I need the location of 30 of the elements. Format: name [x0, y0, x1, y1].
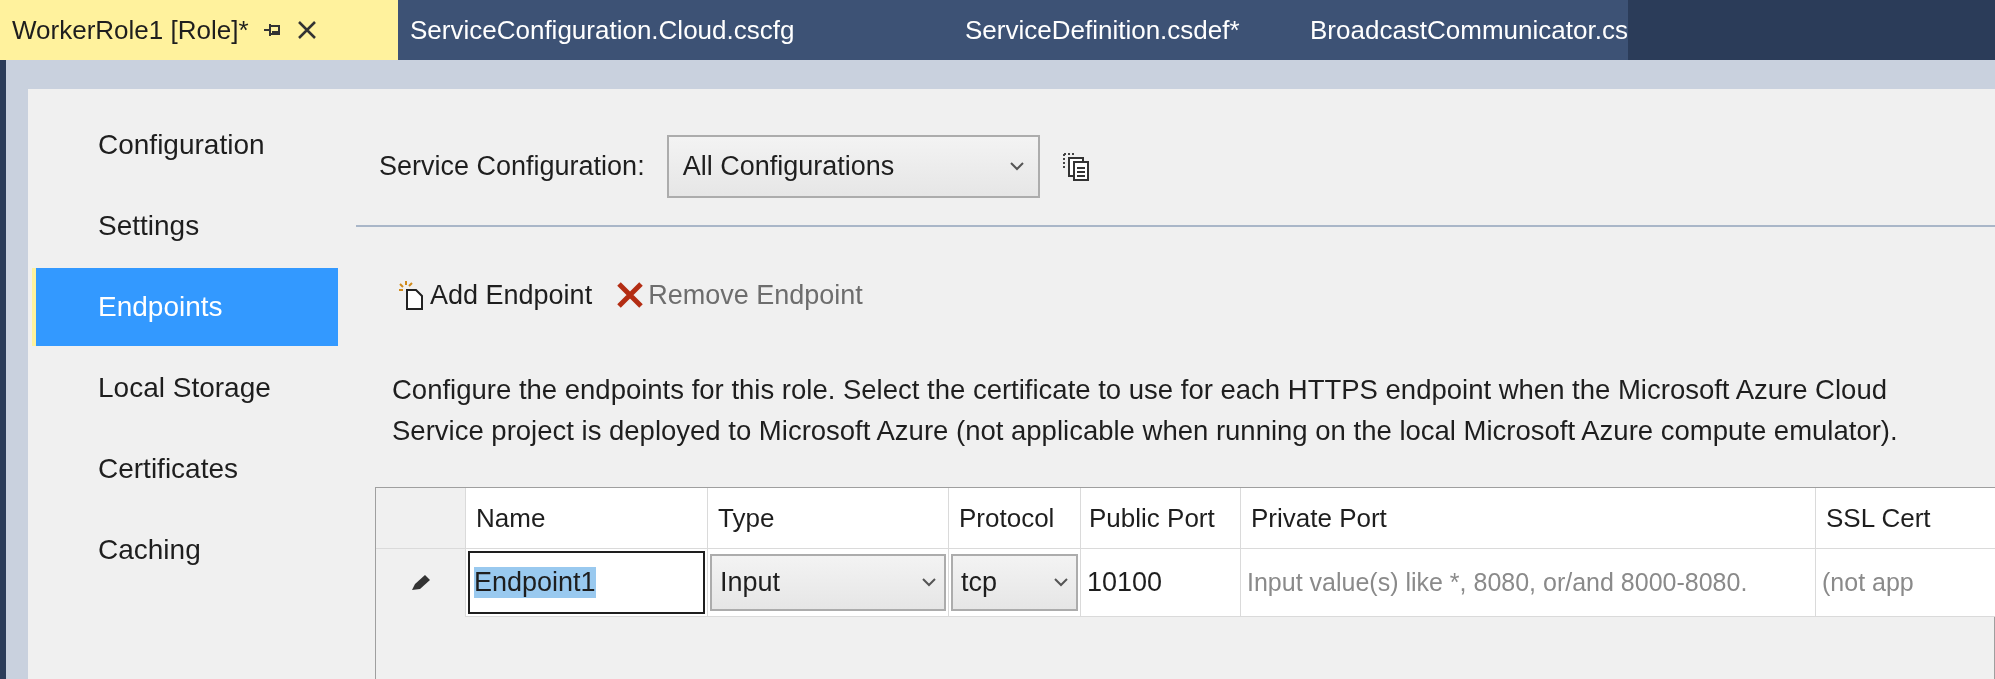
configuration-dropdown[interactable]: All Configurations [666, 135, 1040, 198]
sidebar-item[interactable]: Settings [32, 187, 338, 265]
sidebar-item[interactable]: Configuration [32, 106, 338, 184]
sidebar-item[interactable]: Certificates [32, 430, 338, 508]
pin-icon[interactable] [262, 22, 283, 38]
document-tab[interactable]: BroadcastCommunicator.cs [1298, 0, 1628, 60]
cell-dropdown[interactable]: tcp [951, 554, 1078, 611]
column-header[interactable]: SSL Cert [1816, 488, 1995, 549]
copy-icon[interactable] [1061, 151, 1092, 182]
document-tab[interactable]: ServiceDefinition.csdef* [953, 0, 1298, 60]
chevron-icon [922, 578, 936, 587]
column-header[interactable]: Public Port [1081, 488, 1241, 549]
column-header[interactable]: Name [466, 488, 708, 549]
chevron-icon [1054, 578, 1068, 587]
document-tab[interactable]: WorkerRole1 [Role]* [0, 0, 398, 60]
column-header[interactable]: Protocol [949, 488, 1081, 549]
add-endpoint-button[interactable]: Add Endpoint [398, 279, 593, 311]
table-cell[interactable]: Endpoint1 [468, 551, 705, 614]
service-configuration-label: Service Configuration: [379, 151, 645, 182]
sidebar-item[interactable]: Caching [32, 511, 338, 589]
sidebar-item[interactable]: Local Storage [32, 349, 338, 427]
document-tab[interactable]: ServiceConfiguration.Cloud.cscfg [398, 0, 953, 60]
chevron-icon [1009, 162, 1024, 171]
description-text: Configure the endpoints for this role. Select the certificate to use for each HTTPS endpoint when the Microsoft Azure Cloud Service project is deployed to Microsoft Azure (not applicable when running on the local Microsoft Azure compute emulator). [392, 373, 1899, 448]
cell-dropdown[interactable]: Input [710, 554, 946, 611]
x-icon [616, 281, 645, 309]
close-icon[interactable] [296, 20, 317, 40]
new-page-icon [398, 280, 426, 310]
column-header[interactable]: Type [708, 488, 949, 549]
column-header[interactable]: Private Port [1241, 488, 1816, 549]
